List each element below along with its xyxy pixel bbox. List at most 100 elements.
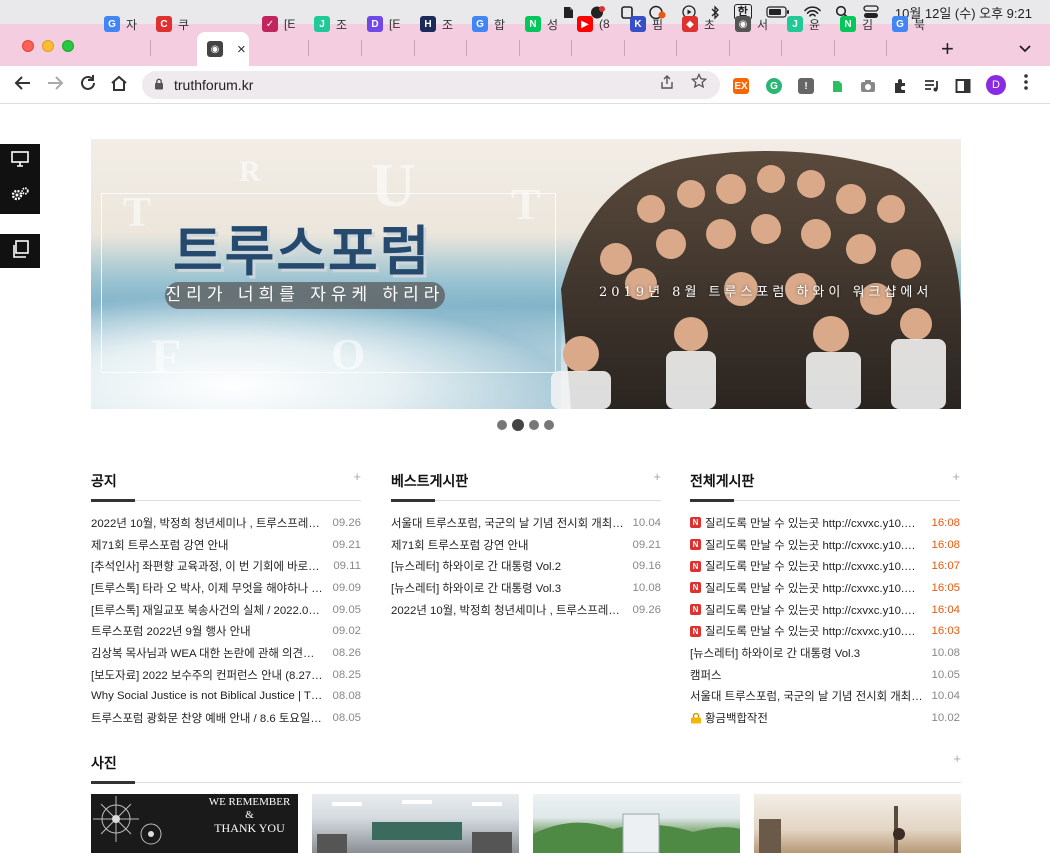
reload-button[interactable]	[79, 74, 97, 96]
list-item[interactable]: [트루스톡] 재일교포 북송사건의 실체 / 2022.0… 09.05	[91, 599, 361, 621]
post-title[interactable]: [트루스톡] 재일교포 북송사건의 실체 / 2022.0…	[91, 602, 332, 618]
new-tab-button[interactable]: +	[941, 38, 954, 60]
bookmark-star-icon[interactable]	[690, 71, 708, 99]
post-title[interactable]: Why Social Justice is not Biblical Justi…	[91, 690, 332, 702]
post-title-text[interactable]: 서울대 트루스포럼, 국군의 날 기념 전시회 개최,…	[690, 688, 923, 704]
post-title-text[interactable]: 질리도록 만날 수 있는곳 http://cxvxc.y10.…	[705, 515, 916, 531]
post-title-text[interactable]: [보도자료] 2022 보수주의 컨퍼런스 안내 (8.27 …	[91, 667, 324, 683]
more-plus-icon[interactable]: +	[353, 469, 361, 484]
list-item[interactable]: N 질리도록 만날 수 있는곳 http://cxvxc.y10.… 16:08	[690, 534, 960, 556]
post-title[interactable]: 2022년 10월, 박정희 청년세미나 , 트루스프레…	[91, 515, 332, 531]
hero-banner[interactable]: T R U T F O 트루스포럼 진리가 너희를 자유케 하리라 2019년 …	[91, 139, 961, 409]
post-title-text[interactable]: 2022년 10월, 박정희 청년세미나 , 트루스프레…	[91, 515, 320, 531]
post-title[interactable]: N 질리도록 만날 수 있는곳 http://cxvxc.y10.…	[690, 623, 931, 639]
list-item[interactable]: [추석인사] 좌편향 교육과정, 이 번 기회에 바로… 09.11	[91, 555, 361, 577]
forward-button[interactable]	[46, 74, 64, 96]
slider-dot[interactable]	[497, 420, 507, 430]
post-title-text[interactable]: 서울대 트루스포럼, 국군의 날 기념 전시회 개최,…	[391, 515, 624, 531]
address-bar[interactable]: truthforum.kr	[142, 71, 720, 99]
lock-icon[interactable]	[154, 78, 164, 93]
grammarly-extension-icon[interactable]: G	[766, 78, 782, 94]
post-title[interactable]: N 질리도록 만날 수 있는곳 http://cxvxc.y10.…	[690, 602, 931, 618]
list-item[interactable]: N 질리도록 만날 수 있는곳 http://cxvxc.y10.… 16:04	[690, 599, 960, 621]
post-title-text[interactable]: [추석인사] 좌편향 교육과정, 이 번 기회에 바로…	[91, 558, 320, 574]
tab[interactable]: ◉ 서	[735, 10, 775, 38]
tab[interactable]: J윤	[787, 10, 827, 38]
evernote-extension-icon[interactable]	[829, 78, 845, 94]
post-title[interactable]: [뉴스레터] 하와이로 간 대통령 Vol.3	[391, 580, 632, 596]
tab[interactable]: N김	[840, 10, 880, 38]
more-plus-icon[interactable]: +	[953, 751, 961, 766]
list-item[interactable]: Why Social Justice is not Biblical Justi…	[91, 686, 361, 708]
list-item[interactable]: N 질리도록 만날 수 있는곳 http://cxvxc.y10.… 16:07	[690, 555, 960, 577]
post-title[interactable]: [뉴스레터] 하와이로 간 대통령 Vol.2	[391, 558, 632, 574]
media-control-icon[interactable]	[924, 78, 940, 94]
post-title[interactable]: 제71회 트루스포럼 강연 안내	[91, 537, 332, 553]
post-title-text[interactable]: 질리도록 만날 수 있는곳 http://cxvxc.y10.…	[705, 558, 916, 574]
list-item[interactable]: 2022년 10월, 박정희 청년세미나 , 트루스프레… 09.26	[91, 512, 361, 534]
list-item[interactable]: 2022년 10월, 박정희 청년세미나 , 트루스프레… 09.26	[391, 599, 661, 621]
extensions-puzzle-icon[interactable]	[892, 78, 908, 94]
post-title[interactable]: N 질리도록 만날 수 있는곳 http://cxvxc.y10.…	[690, 558, 931, 574]
more-plus-icon[interactable]: +	[653, 469, 661, 484]
camera-extension-icon[interactable]	[860, 78, 876, 94]
post-title[interactable]: N 질리도록 만날 수 있는곳 http://cxvxc.y10.…	[690, 580, 931, 596]
url-text[interactable]: truthforum.kr	[174, 77, 253, 93]
list-item[interactable]: N 질리도록 만날 수 있는곳 http://cxvxc.y10.… 16:03	[690, 620, 960, 642]
post-title-text[interactable]: 질리도록 만날 수 있는곳 http://cxvxc.y10.…	[705, 602, 916, 618]
list-item[interactable]: 제71회 트루스포럼 강연 안내 09.21	[91, 534, 361, 556]
post-title-text[interactable]: 캠퍼스	[690, 667, 721, 683]
copy-icon[interactable]	[11, 239, 29, 263]
minimize-window-button[interactable]	[42, 40, 54, 52]
tab[interactable]: N성	[525, 10, 565, 38]
post-title-text[interactable]: 제71회 트루스포럼 강연 안내	[91, 537, 228, 553]
tab[interactable]: ✓ [E	[262, 10, 302, 38]
photo-thumbnail[interactable]	[754, 794, 961, 853]
close-window-button[interactable]	[22, 40, 34, 52]
chevron-down-icon[interactable]	[1019, 40, 1031, 56]
info-extension-icon[interactable]: !	[798, 78, 814, 94]
list-item[interactable]: 김상복 목사님과 WEA 대한 논란에 관해 의견을… 08.26	[91, 642, 361, 664]
post-title[interactable]: 제71회 트루스포럼 강연 안내	[391, 537, 632, 553]
post-title-text[interactable]: 질리도록 만날 수 있는곳 http://cxvxc.y10.…	[705, 580, 916, 596]
list-item[interactable]: [뉴스레터] 하와이로 간 대통령 Vol.2 09.16	[391, 555, 661, 577]
list-item[interactable]: [뉴스레터] 하와이로 간 대통령 Vol.3 10.08	[690, 642, 960, 664]
photos-title[interactable]: 사진	[91, 753, 961, 773]
tab[interactable]: ◆ 초	[682, 10, 722, 38]
photo-thumbnail[interactable]	[312, 794, 519, 853]
home-button[interactable]	[110, 74, 128, 96]
post-title-text[interactable]: Why Social Justice is not Biblical Justi…	[91, 690, 322, 702]
post-title-text[interactable]: [뉴스레터] 하와이로 간 대통령 Vol.2	[391, 558, 561, 574]
list-item[interactable]: 황금백합작전 10.02	[690, 707, 960, 729]
slider-dot[interactable]	[512, 419, 524, 431]
post-title[interactable]: 트루스포럼 2022년 9월 행사 안내	[91, 623, 332, 639]
post-title-text[interactable]: 질리도록 만날 수 있는곳 http://cxvxc.y10.…	[705, 623, 916, 639]
post-title[interactable]: [뉴스레터] 하와이로 간 대통령 Vol.3	[690, 645, 931, 661]
post-title-text[interactable]: 트루스포럼 2022년 9월 행사 안내	[91, 623, 251, 639]
tab[interactable]: G자	[104, 10, 144, 38]
list-item[interactable]: 서울대 트루스포럼, 국군의 날 기념 전시회 개최,… 10.04	[391, 512, 661, 534]
post-title[interactable]: N 질리도록 만날 수 있는곳 http://cxvxc.y10.…	[690, 515, 931, 531]
post-title[interactable]: 트루스포럼 광화문 찬양 예배 안내 / 8.6 토요일 …	[91, 710, 332, 726]
list-item[interactable]: N 질리도록 만날 수 있는곳 http://cxvxc.y10.… 16:05	[690, 577, 960, 599]
list-item[interactable]: [트루스톡] 타라 오 박사, 이제 무엇을 해야하나 … 09.09	[91, 577, 361, 599]
ex-extension-icon[interactable]: EX	[733, 78, 749, 94]
back-button[interactable]	[14, 74, 32, 96]
photo-thumbnail[interactable]: WE REMEMBER & THANK YOU	[91, 794, 298, 853]
more-plus-icon[interactable]: +	[952, 469, 960, 484]
board-title[interactable]: 공지	[91, 471, 361, 491]
list-item[interactable]: [뉴스레터] 하와이로 간 대통령 Vol.3 10.08	[391, 577, 661, 599]
photo-thumbnail[interactable]	[533, 794, 740, 853]
post-title-text[interactable]: [트루스톡] 타라 오 박사, 이제 무엇을 해야하나 …	[91, 580, 323, 596]
browser-menu-icon[interactable]	[1024, 74, 1028, 95]
board-title[interactable]: 전체게시판	[690, 471, 960, 491]
zoom-window-button[interactable]	[62, 40, 74, 52]
list-item[interactable]: 서울대 트루스포럼, 국군의 날 기념 전시회 개최,… 10.04	[690, 686, 960, 708]
monitor-icon[interactable]	[11, 151, 29, 172]
slider-dot[interactable]	[529, 420, 539, 430]
tab[interactable]: G북	[892, 10, 932, 38]
board-title[interactable]: 베스트게시판	[391, 471, 661, 491]
tab[interactable]: C쿠	[156, 10, 196, 38]
post-title[interactable]: 서울대 트루스포럼, 국군의 날 기념 전시회 개최,…	[391, 515, 632, 531]
list-item[interactable]: 제71회 트루스포럼 강연 안내 09.21	[391, 534, 661, 556]
